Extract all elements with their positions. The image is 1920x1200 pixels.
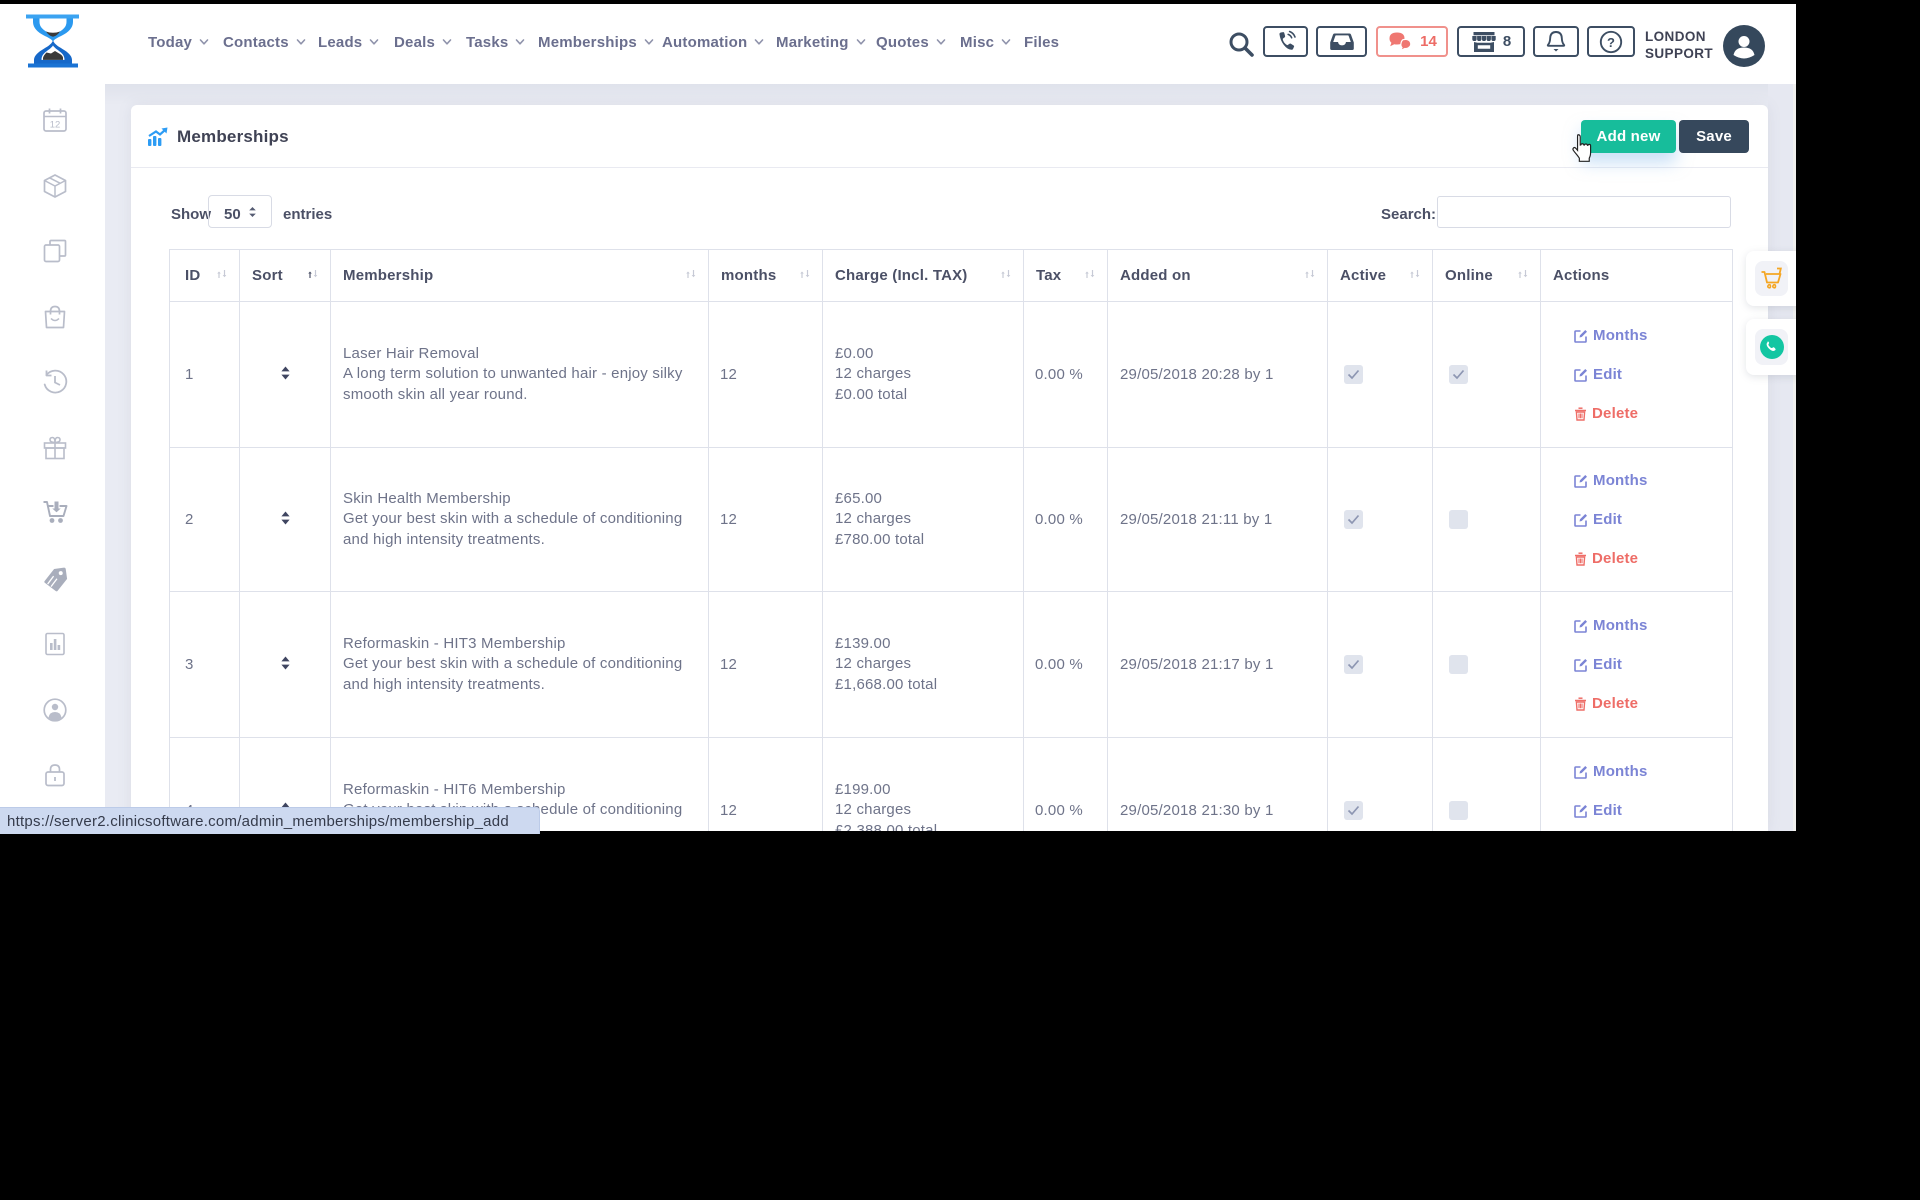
svg-text:?: ? xyxy=(1607,35,1615,50)
svg-text:12: 12 xyxy=(50,120,61,131)
